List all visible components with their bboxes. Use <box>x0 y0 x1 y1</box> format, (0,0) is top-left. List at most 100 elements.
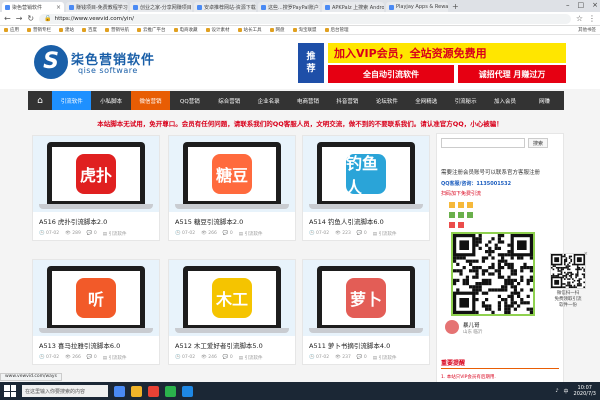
laptop-screen: 糖豆 <box>188 147 276 201</box>
nav-item[interactable]: 抖音营销 <box>328 91 367 110</box>
url-input[interactable]: 🔒 https://www.vewvid.com/yin/ <box>39 13 571 24</box>
browser-tab[interactable]: APKPalz 上搜索 Android × <box>322 2 384 12</box>
tab-title: Playjay Apps & Rewards <box>396 4 448 10</box>
post-category[interactable]: ▤ 引流软件 <box>373 231 397 237</box>
post-thumbnail[interactable]: 糖豆 <box>169 136 295 212</box>
task-view-icon[interactable] <box>114 385 125 397</box>
nav-item[interactable]: 论坛软件 <box>367 91 406 110</box>
star-icon[interactable]: ☆ <box>576 14 583 23</box>
vip-banner[interactable]: 推 荐 加入VIP会员，全站资源免费用 全自动引流软件 诚招代理 月赚过万 <box>298 43 566 83</box>
folder-icon <box>292 28 297 32</box>
bookmark-item[interactable]: 设计素材 <box>205 27 230 33</box>
search-input[interactable] <box>441 138 525 148</box>
tab-title: 安卓推荐网站-资源下载 <box>204 4 256 11</box>
post-comments: 💬 0 <box>86 231 97 236</box>
nav-item[interactable]: 加入会员 <box>485 91 524 110</box>
close-window-icon[interactable]: × <box>592 1 598 9</box>
post-title[interactable]: A512 木工爱好者引流脚本5.0 <box>175 340 263 350</box>
bookmark-other[interactable]: 其他书签 <box>578 27 596 33</box>
post-card[interactable]: 木工 A512 木工爱好者引流脚本5.0 🕓 07-02 👁 246 💬 0 ▤ 引流软件 <box>168 259 296 365</box>
floating-qr-caption: 微信扫一扫 免费领取引流 软件一份 <box>554 291 582 308</box>
post-thumbnail[interactable]: 萝卜 <box>303 260 429 336</box>
browser-tab[interactable]: 创业之家-分享网赚项目× <box>130 2 192 12</box>
browser-tab[interactable]: Playjay Apps & Rewards× <box>386 2 448 12</box>
close-icon[interactable]: × <box>584 251 588 257</box>
forward-icon[interactable]: → <box>16 14 23 23</box>
browser-icon[interactable] <box>148 385 159 397</box>
new-tab-button[interactable]: + <box>452 2 459 11</box>
nav-item[interactable]: 引流秘示 <box>446 91 485 110</box>
post-card[interactable]: 糖豆 A515 糖豆引流脚本2.0 🕓 07-02 👁 266 💬 0 ▤ 引流软件 <box>168 135 296 241</box>
back-icon[interactable]: ← <box>4 14 11 23</box>
close-tab-icon[interactable]: × <box>319 4 320 11</box>
post-category[interactable]: ▤ 引流软件 <box>103 355 127 361</box>
post-title[interactable]: A511 萝卜书摘引流脚本4.0 <box>309 340 390 350</box>
minimize-icon[interactable]: – <box>566 1 570 9</box>
browser-tab[interactable]: 安卓推荐网站-资源下载× <box>194 2 256 12</box>
post-card[interactable]: 钓鱼人 A514 钓鱼人引流脚本6.0 🕓 07-02 👁 223 💬 0 ▤ 引流软件 <box>302 135 430 241</box>
post-category[interactable]: ▤ 引流软件 <box>103 231 127 237</box>
volume-icon[interactable]: ♪ <box>555 388 558 394</box>
nav-item[interactable]: 综合营销 <box>210 91 249 110</box>
input-language[interactable]: 中 <box>564 388 569 395</box>
bookmark-item[interactable]: 营销导航 <box>105 27 129 33</box>
windows-start-icon[interactable] <box>4 385 16 397</box>
post-card[interactable]: 虎扑 A516 虎扑引流脚本2.0 🕓 07-02 👁 289 💬 0 ▤ 引流软件 <box>32 135 160 241</box>
site-logo[interactable]: S 柒色营销软件 qise software <box>34 45 184 85</box>
bookmark-item[interactable]: 建站 <box>59 27 74 33</box>
post-thumbnail[interactable]: 钓鱼人 <box>303 136 429 212</box>
bookmark-item[interactable]: 云推广平台 <box>137 27 166 33</box>
post-title[interactable]: A513 喜马拉雅引流脚本6.0 <box>39 340 120 350</box>
nav-item[interactable]: QQ营销 <box>170 91 209 110</box>
maximize-icon[interactable]: □ <box>578 1 585 9</box>
post-comments: 💬 0 <box>222 231 233 236</box>
nav-item[interactable]: 电商营销 <box>288 91 327 110</box>
bookmark-item[interactable]: 后台管理 <box>324 27 349 33</box>
post-thumbnail[interactable]: 虎扑 <box>33 136 159 212</box>
bookmark-item[interactable]: 电商收藏 <box>173 27 198 33</box>
browser-tab[interactable]: 柒色营销软件 × <box>2 2 64 12</box>
home-icon[interactable]: ⌂ <box>28 91 52 110</box>
important-divider <box>441 368 559 369</box>
post-card[interactable]: 萝卜 A511 萝卜书摘引流脚本4.0 🕓 07-02 👁 237 💬 0 ▤ 引流软件 <box>302 259 430 365</box>
notice-banner: 本站脚本无试用，免开尊口。会员有任何问题，请联系我们的QQ客服人员，文明交流，做… <box>97 120 503 128</box>
nav-item[interactable]: 小私脚本 <box>91 91 130 110</box>
post-thumbnail[interactable]: 木工 <box>169 260 295 336</box>
browser-tab[interactable]: 赚钱项目-免费教程学习× <box>66 2 128 12</box>
post-category[interactable]: ▤ 引流软件 <box>373 355 397 361</box>
app-icon: 木工 <box>212 278 252 318</box>
bookmark-item[interactable]: 淘宝联盟 <box>292 27 317 33</box>
nav-item[interactable]: 企业名录 <box>249 91 288 110</box>
close-tab-icon[interactable]: × <box>56 4 61 11</box>
menu-icon[interactable]: ⋮ <box>588 14 596 23</box>
logo-subtitle: qise software <box>78 66 138 75</box>
nav-item[interactable]: 全网精选 <box>407 91 446 110</box>
post-title[interactable]: A516 虎扑引流脚本2.0 <box>39 216 107 226</box>
post-thumbnail[interactable]: 听 <box>33 260 159 336</box>
favicon-icon <box>133 4 138 10</box>
nav-item[interactable]: 引流软件 <box>52 91 92 110</box>
scan-link[interactable]: 扫码加下免费引流 <box>441 190 481 197</box>
browser-tab[interactable]: 这些...搜罗PayPal账户× <box>258 2 320 12</box>
qq-icon[interactable] <box>182 385 193 397</box>
qq-contact[interactable]: QQ客服/咨询：1135001532 <box>441 180 511 187</box>
post-category[interactable]: ▤ 引流软件 <box>239 355 263 361</box>
folder-icon <box>137 28 141 32</box>
reload-icon[interactable]: ↻ <box>27 14 34 23</box>
taskbar-search-input[interactable]: 在这里输入你要搜索的内容 <box>22 385 108 397</box>
bookmark-item[interactable]: 网盘 <box>269 27 285 33</box>
bookmark-item[interactable]: 应用 <box>4 27 19 33</box>
post-category[interactable]: ▤ 引流软件 <box>239 231 263 237</box>
wechat-icon[interactable] <box>165 385 176 397</box>
nav-item[interactable]: 微信营销 <box>130 91 171 110</box>
bookmark-item[interactable]: 营销专栏 <box>27 27 51 33</box>
nav-item[interactable]: 网赚 <box>525 91 564 110</box>
post-card[interactable]: 听 A513 喜马拉雅引流脚本6.0 🕓 07-02 👁 266 💬 0 ▤ 引流软件 <box>32 259 160 365</box>
bookmark-item[interactable]: 站长工具 <box>237 27 262 33</box>
bookmark-item[interactable]: 百度 <box>82 27 97 33</box>
post-title[interactable]: A514 钓鱼人引流脚本6.0 <box>309 216 384 226</box>
clock[interactable]: 10:07 2020/7/3 <box>574 385 596 397</box>
post-title[interactable]: A515 糖豆引流脚本2.0 <box>175 216 243 226</box>
search-button[interactable]: 搜索 <box>528 138 549 148</box>
file-explorer-icon[interactable] <box>131 385 142 397</box>
